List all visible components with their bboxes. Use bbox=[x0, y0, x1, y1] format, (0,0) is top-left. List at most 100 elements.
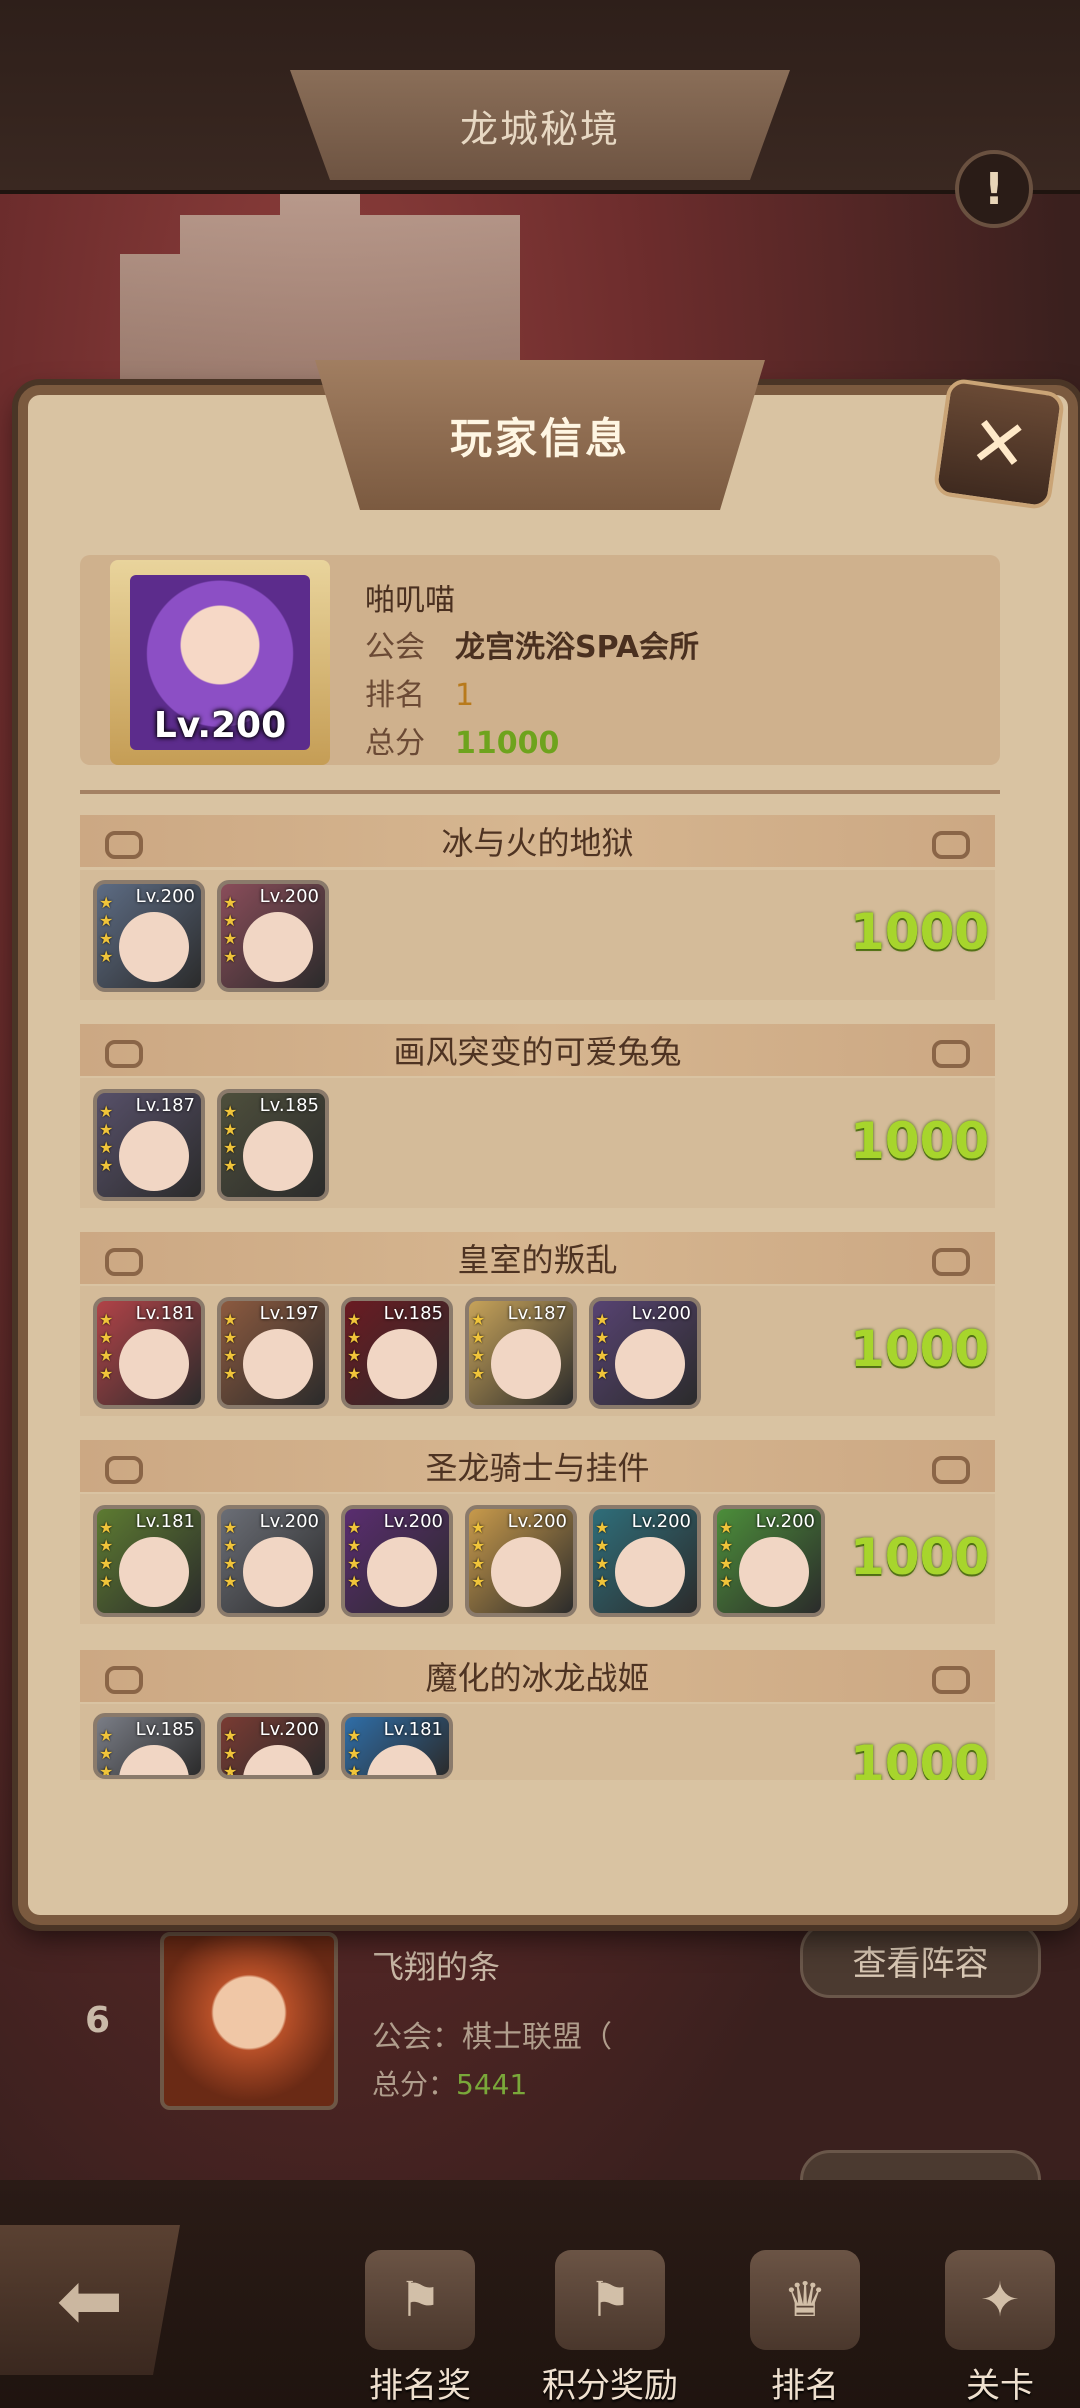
star-icon: ★★★★ bbox=[99, 1726, 114, 1779]
stage-title: 魔化的冰龙战姬 bbox=[80, 1650, 995, 1702]
avatar[interactable] bbox=[160, 1932, 338, 2110]
hero-card[interactable]: Lv.187 ★ ★ ★ ★ bbox=[93, 1089, 205, 1201]
hero-level: Lv.200 bbox=[755, 1511, 815, 1532]
player-guild-row: 公会 龙宫洗浴SPA会所 bbox=[365, 622, 699, 666]
hero-portrait bbox=[243, 1121, 313, 1191]
player-level: Lv.200 bbox=[153, 705, 287, 746]
hero-card[interactable]: Lv.181 ★★★★ bbox=[341, 1713, 453, 1779]
rank-guild: 公会：棋士联盟（ bbox=[372, 2020, 612, 2055]
nav-label: 排名 bbox=[771, 2366, 839, 2406]
nav-label: 积分奖励 bbox=[542, 2366, 678, 2406]
star-icon: ★★★★ bbox=[471, 1310, 486, 1383]
star-icon: ★★★★ bbox=[595, 1310, 610, 1383]
hero-card[interactable]: Lv.200 ★★★★ bbox=[589, 1297, 701, 1409]
stage-title: 画风突变的可爱兔兔 bbox=[80, 1024, 995, 1076]
stage-title: 皇室的叛乱 bbox=[80, 1232, 995, 1284]
hero-level: Lv.181 bbox=[135, 1511, 195, 1532]
hero-card[interactable]: Lv.187 ★ ★ ★ ★ bbox=[465, 1297, 577, 1409]
hero-level: Lv.200 bbox=[259, 1511, 319, 1532]
rank-score-value: 5441 bbox=[456, 2068, 528, 2101]
view-lineup-button[interactable]: 查看阵容 bbox=[800, 1922, 1041, 1998]
stage-score: 1000 bbox=[850, 1735, 990, 1780]
close-icon[interactable]: ✕ bbox=[932, 377, 1066, 511]
hero-level: Lv.200 bbox=[259, 886, 319, 907]
back-icon[interactable]: ⬅ bbox=[0, 2225, 180, 2375]
hero-level: Lv.185 bbox=[259, 1095, 319, 1116]
star-icon: ★★★★ bbox=[595, 1518, 610, 1591]
star-icon: ★★★★ bbox=[99, 893, 114, 966]
ranking-icon: ♛ bbox=[750, 2250, 860, 2350]
stage-title: 圣龙骑士与挂件 bbox=[80, 1440, 995, 1492]
star-icon: ★★★★ bbox=[99, 1518, 114, 1591]
rank-number: 6 bbox=[85, 2000, 111, 2041]
hero-level: Lv.200 bbox=[507, 1511, 567, 1532]
hero-card[interactable]: Lv.200 ★★★★ bbox=[589, 1505, 701, 1617]
rank-value: 1 bbox=[455, 678, 475, 713]
nav-score-reward[interactable]: ⚑ 积分奖励 bbox=[530, 2250, 690, 2407]
star-icon: ★★★★ bbox=[223, 1518, 238, 1591]
rank-score-label: 总分： bbox=[372, 2068, 457, 2101]
hero-portrait bbox=[491, 1329, 561, 1399]
nav-rank-reward[interactable]: ⚑ 排名奖 bbox=[340, 2250, 500, 2407]
rank-score: 总分：5441 bbox=[372, 2063, 527, 2103]
hero-card[interactable]: Lv.200 ★★★★ bbox=[713, 1505, 825, 1617]
stage-score: 1000 bbox=[850, 1112, 990, 1170]
stage-score: 1000 bbox=[850, 903, 990, 961]
star-icon: ★★★★ bbox=[471, 1518, 486, 1591]
star-icon: ★★★★ bbox=[223, 893, 238, 966]
nav-label: 关卡 bbox=[966, 2366, 1034, 2406]
hero-level: Lv.187 bbox=[507, 1303, 567, 1324]
star-icon: ★★★★ bbox=[223, 1102, 238, 1175]
nav-label: 排名奖 bbox=[369, 2366, 471, 2406]
page-title: 龙城秘境 bbox=[290, 70, 790, 180]
hero-portrait bbox=[243, 1745, 313, 1775]
top-bar: 龙城秘境 bbox=[0, 0, 1080, 194]
star-icon: ★★★★ bbox=[99, 1102, 114, 1175]
stage-title: 冰与火的地狱 bbox=[80, 815, 995, 867]
modal-title: 玩家信息 bbox=[315, 360, 765, 510]
hero-card[interactable]: Lv.185 ★★★★ bbox=[217, 1089, 329, 1201]
hero-card[interactable]: Lv.185 ★★★★ bbox=[93, 1713, 205, 1779]
hero-card[interactable]: Lv.185 ★★★★ bbox=[341, 1297, 453, 1409]
trophy-icon: ⚑ bbox=[365, 2250, 475, 2350]
rank-player-name: 飞翔的条 bbox=[372, 1948, 501, 1986]
hero-card[interactable]: Lv.197 ★ ★ ★ ★ bbox=[217, 1297, 329, 1409]
rank-label: 排名 bbox=[365, 678, 425, 713]
star-icon: ★★★★ bbox=[99, 1310, 114, 1383]
hero-portrait bbox=[119, 1329, 189, 1399]
hero-card[interactable]: Lv.200 ★★★★ bbox=[93, 880, 205, 992]
hero-portrait bbox=[367, 1745, 437, 1775]
hero-level: Lv.185 bbox=[135, 1719, 195, 1740]
hero-card[interactable]: Lv.200 ★★★★ bbox=[465, 1505, 577, 1617]
hero-level: Lv.200 bbox=[135, 886, 195, 907]
guild-label: 公会 bbox=[365, 630, 425, 665]
hero-level: Lv.200 bbox=[383, 1511, 443, 1532]
star-icon: ★★★★ bbox=[347, 1518, 362, 1591]
hero-card[interactable]: Lv.200 ★★★★ bbox=[217, 1713, 329, 1779]
hero-card[interactable]: Lv.200 ★★★★ bbox=[217, 1505, 329, 1617]
hero-portrait bbox=[119, 912, 189, 982]
hero-card[interactable]: Lv.200 ★★★★ bbox=[217, 880, 329, 992]
player-rank-row: 排名 1 bbox=[365, 670, 474, 714]
nav-ranking[interactable]: ♛ 排名 bbox=[725, 2250, 885, 2407]
stage-score: 1000 bbox=[850, 1320, 990, 1378]
hero-level: Lv.181 bbox=[383, 1719, 443, 1740]
hero-portrait bbox=[243, 912, 313, 982]
score-label: 总分 bbox=[365, 726, 425, 761]
hero-level: Lv.200 bbox=[631, 1511, 691, 1532]
hero-portrait bbox=[367, 1537, 437, 1607]
star-icon: ★★★★ bbox=[223, 1310, 238, 1383]
hero-portrait bbox=[243, 1537, 313, 1607]
hero-card[interactable]: Lv.181 ★★★★ bbox=[93, 1505, 205, 1617]
star-icon: ★★★★ bbox=[347, 1310, 362, 1383]
hero-card[interactable]: Lv.181 ★★★★ bbox=[93, 1297, 205, 1409]
hero-portrait bbox=[367, 1329, 437, 1399]
alert-icon[interactable]: ! bbox=[955, 150, 1033, 228]
score-value: 11000 bbox=[455, 726, 560, 761]
star-icon: ★★★★ bbox=[347, 1726, 362, 1779]
nav-stage[interactable]: ✦ 关卡 bbox=[920, 2250, 1080, 2407]
hero-level: Lv.187 bbox=[135, 1095, 195, 1116]
divider bbox=[80, 790, 1000, 794]
hero-card[interactable]: Lv.200 ★★★★ bbox=[341, 1505, 453, 1617]
guild-value: 龙宫洗浴SPA会所 bbox=[455, 630, 700, 665]
